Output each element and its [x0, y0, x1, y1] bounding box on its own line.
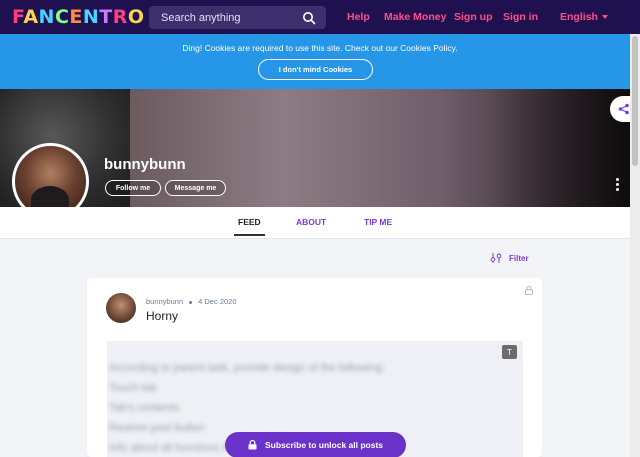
- scrollbar[interactable]: [630, 34, 640, 457]
- scrollbar-thumb[interactable]: [632, 36, 638, 166]
- post-author-avatar[interactable]: [106, 293, 136, 323]
- fancentro-logo[interactable]: FANCENTRO: [12, 6, 145, 28]
- post-author[interactable]: bunnybunn: [146, 297, 183, 306]
- share-icon: [618, 103, 629, 115]
- search-input[interactable]: Search anything: [161, 12, 302, 24]
- profile-username: bunnybunn: [104, 156, 186, 173]
- cookie-banner: Ding! Cookies are required to use this s…: [0, 34, 640, 89]
- subscribe-button[interactable]: Subscribe to unlock all posts: [225, 432, 406, 457]
- text-type-button[interactable]: T: [502, 345, 517, 359]
- cover-shadow-right: [490, 89, 630, 207]
- nav-help[interactable]: Help: [347, 11, 370, 23]
- cookie-message: Ding! Cookies are required to use this s…: [182, 43, 458, 53]
- subscribe-label: Subscribe to unlock all posts: [264, 440, 384, 450]
- search-icon[interactable]: [302, 11, 316, 25]
- nav-make-money[interactable]: Make Money: [384, 11, 446, 23]
- blurred-text-line: According to parent task, provide design…: [109, 362, 385, 374]
- tab-tip-me[interactable]: TIP ME: [364, 217, 392, 227]
- post-card: bunnybunn 4 Dec 2020 Horny According to p…: [87, 278, 542, 457]
- message-button[interactable]: Message me: [165, 180, 226, 196]
- nav-sign-in[interactable]: Sign in: [503, 11, 538, 23]
- profile-tabs: FEED ABOUT TIP ME: [0, 207, 630, 239]
- language-label: English: [560, 11, 598, 23]
- separator-dot: [189, 300, 193, 304]
- tab-about[interactable]: ABOUT: [296, 217, 326, 227]
- post-date: 4 Dec 2020: [198, 297, 237, 306]
- tab-feed[interactable]: FEED: [234, 217, 265, 236]
- chevron-down-icon: [601, 15, 608, 20]
- nav-sign-up[interactable]: Sign up: [454, 11, 493, 23]
- blurred-text-line: Restore post button: [109, 422, 206, 434]
- more-options-icon[interactable]: [616, 178, 619, 193]
- blurred-text-line: Tab's contents: [109, 402, 179, 414]
- language-selector[interactable]: English: [560, 11, 608, 23]
- post-title: Horny: [146, 309, 179, 323]
- cover-image: [0, 89, 630, 207]
- lock-icon: [525, 286, 533, 295]
- accept-cookies-button[interactable]: I don't mind Cookies: [258, 59, 373, 80]
- post-meta: bunnybunn 4 Dec 2020: [146, 297, 237, 306]
- search-box[interactable]: Search anything: [149, 6, 326, 29]
- top-navbar: FANCENTRO Search anything Help Make Mone…: [0, 0, 640, 34]
- lock-icon: [248, 440, 257, 450]
- follow-button[interactable]: Follow me: [105, 180, 161, 196]
- blurred-text-line: Touch tab: [109, 382, 157, 394]
- filter-icon: [490, 253, 502, 263]
- filter-button[interactable]: Filter: [490, 252, 529, 264]
- filter-label: Filter: [509, 253, 529, 263]
